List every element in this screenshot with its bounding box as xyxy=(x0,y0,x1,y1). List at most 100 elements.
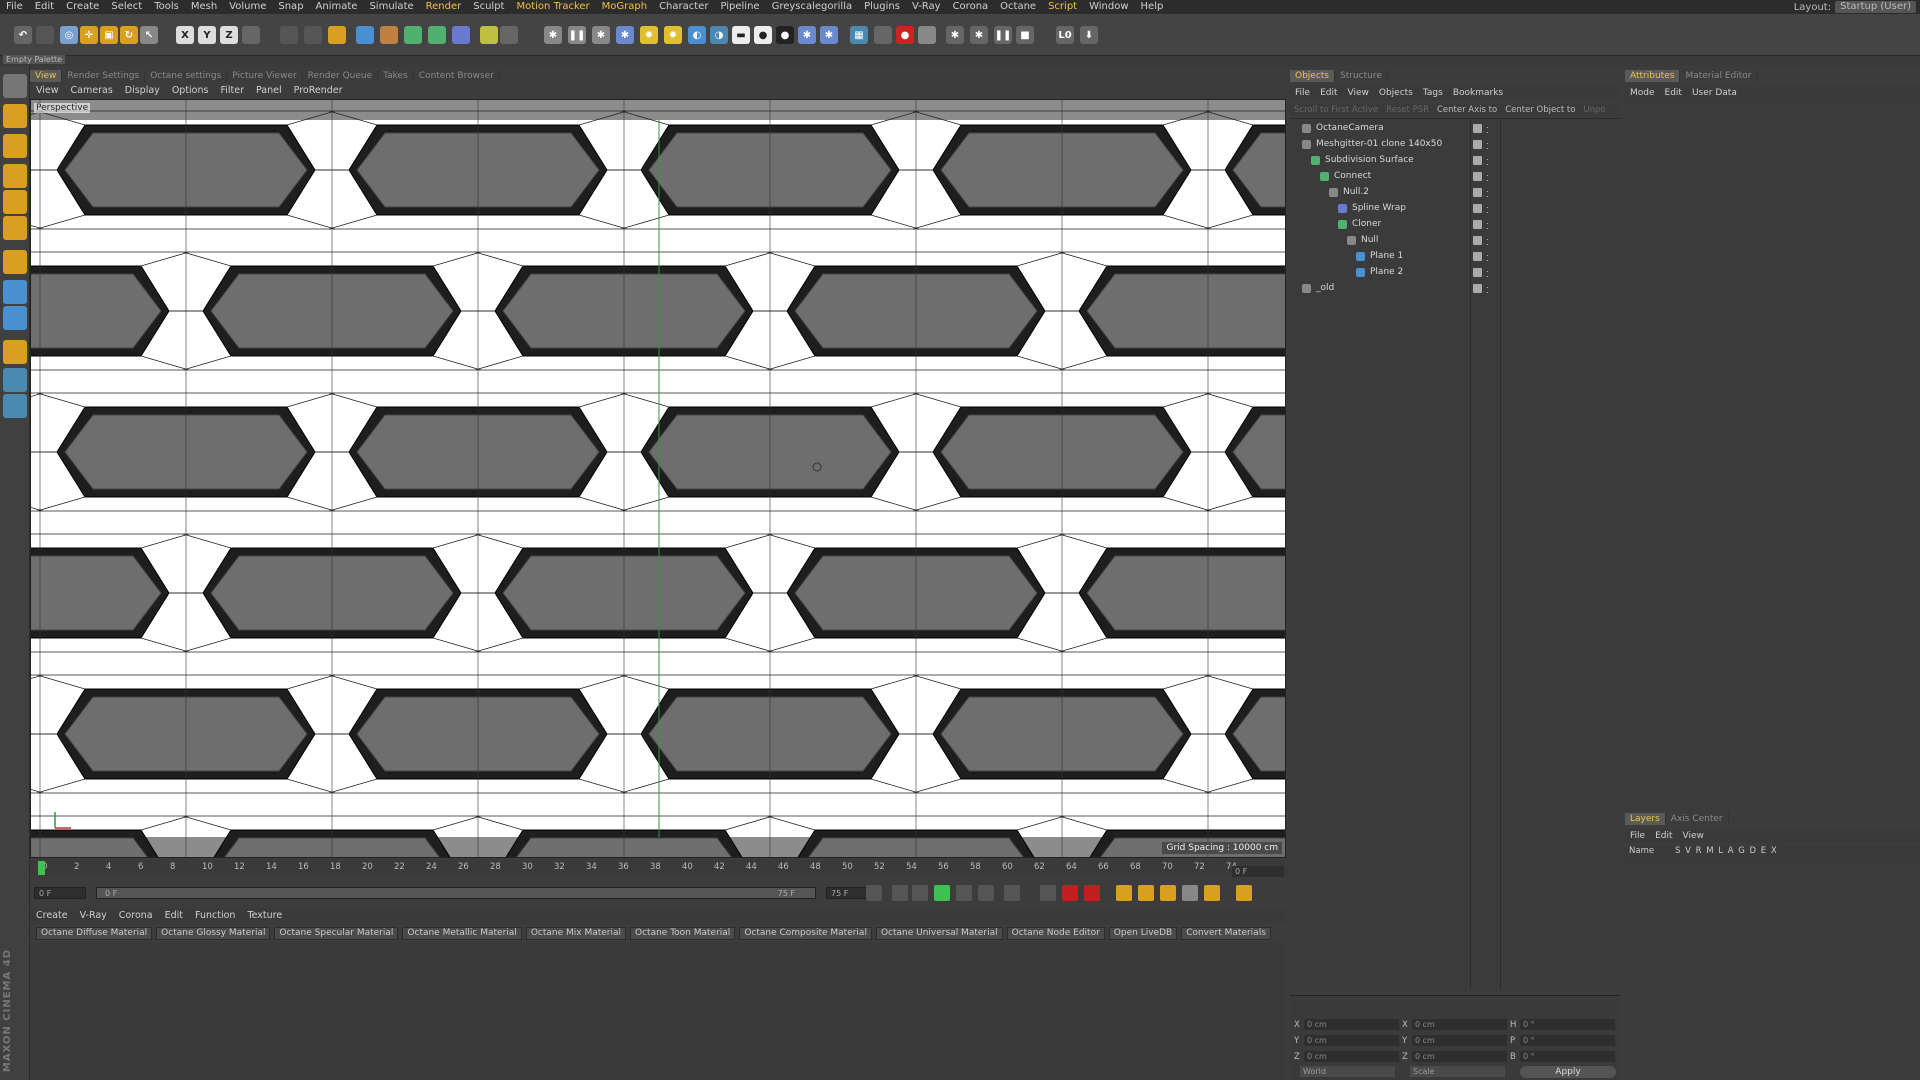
layer-flag-icon[interactable] xyxy=(1473,156,1482,165)
layers-menu-view[interactable]: View xyxy=(1678,829,1709,843)
octane-sphere-icon[interactable]: ● xyxy=(754,26,772,44)
octane-mat-icon[interactable]: ✱ xyxy=(798,26,816,44)
cube-icon[interactable] xyxy=(356,26,374,44)
perspective-viewport[interactable]: Perspective Grid Spacing : 10000 cm xyxy=(30,99,1286,858)
frame-range-slider[interactable]: 0 F 75 F xyxy=(96,887,816,899)
material-menu-create[interactable]: Create xyxy=(30,909,74,923)
octane-sun-icon[interactable]: ✹ xyxy=(640,26,658,44)
octane-env-icon[interactable]: ◑ xyxy=(710,26,728,44)
pos-y-field[interactable]: 0 cm xyxy=(1304,1035,1399,1046)
octane-area-light-icon[interactable]: ▬ xyxy=(732,26,750,44)
tab-material-editor[interactable]: Material Editor xyxy=(1680,70,1758,82)
pla-key-icon[interactable] xyxy=(1204,885,1220,901)
axis-mode-icon[interactable] xyxy=(3,250,27,274)
octane-black-icon[interactable]: ● xyxy=(776,26,794,44)
octane-sky-icon[interactable]: ✹ xyxy=(664,26,682,44)
tab-octane-settings[interactable]: Octane settings xyxy=(145,70,228,82)
render-region-icon[interactable] xyxy=(280,26,298,44)
brush-icon[interactable] xyxy=(3,280,27,304)
timeline-icon[interactable] xyxy=(1236,885,1252,901)
layer-flag-icon[interactable] xyxy=(1473,188,1482,197)
obj-tool-center-axis-to[interactable]: Center Axis to xyxy=(1433,105,1501,115)
snap-icon[interactable] xyxy=(3,306,27,330)
tab-structure[interactable]: Structure xyxy=(1335,70,1388,82)
mat-btn-octane-composite-material[interactable]: Octane Composite Material xyxy=(739,927,872,940)
obj-tool-unpo[interactable]: Unpo xyxy=(1579,105,1609,115)
mat-btn-convert-materials[interactable]: Convert Materials xyxy=(1181,927,1271,940)
menu-select[interactable]: Select xyxy=(105,0,148,14)
download-icon[interactable]: ⬇ xyxy=(1080,26,1098,44)
mat-btn-octane-mix-material[interactable]: Octane Mix Material xyxy=(525,927,627,940)
render-gear2-icon[interactable]: ✱ xyxy=(970,26,988,44)
material-menu-v-ray[interactable]: V-Ray xyxy=(74,909,113,923)
playhead[interactable] xyxy=(38,861,45,875)
objects-menu-edit[interactable]: Edit xyxy=(1315,86,1342,100)
z-axis-icon[interactable]: Z xyxy=(220,26,238,44)
menu-v-ray[interactable]: V-Ray xyxy=(906,0,947,14)
menu-tools[interactable]: Tools xyxy=(148,0,185,14)
visibility-dots-icon[interactable]: ⁚ xyxy=(1486,171,1489,186)
object-row-connect[interactable]: Connect ⁚ xyxy=(1290,169,1620,184)
render-view-icon[interactable] xyxy=(304,26,322,44)
menu-file[interactable]: File xyxy=(0,0,29,14)
size-x-field[interactable]: 0 cm xyxy=(1412,1019,1507,1030)
visibility-dots-icon[interactable]: ⁚ xyxy=(1486,267,1489,282)
mat-btn-octane-toon-material[interactable]: Octane Toon Material xyxy=(630,927,736,940)
timeline-ruler[interactable]: 0246810121416182022242628303234363840424… xyxy=(30,860,1286,876)
attributes-menu-mode[interactable]: Mode xyxy=(1625,86,1660,100)
visibility-dots-icon[interactable]: ⁚ xyxy=(1486,283,1489,298)
mat-btn-octane-metallic-material[interactable]: Octane Metallic Material xyxy=(402,927,522,940)
object-row-spline-wrap[interactable]: Spline Wrap ⁚ xyxy=(1290,201,1620,216)
workplane-icon[interactable] xyxy=(3,134,27,158)
layers-menu-edit[interactable]: Edit xyxy=(1650,829,1677,843)
lock-icon[interactable]: L0 xyxy=(1056,26,1074,44)
layout-value[interactable]: Startup (User) xyxy=(1835,1,1916,13)
mat-btn-octane-diffuse-material[interactable]: Octane Diffuse Material xyxy=(36,927,153,940)
scene-icon[interactable] xyxy=(480,26,498,44)
pos-z-field[interactable]: 0 cm xyxy=(1304,1051,1399,1062)
material-menu-function[interactable]: Function xyxy=(189,909,241,923)
current-frame-field[interactable]: 0 F xyxy=(1232,866,1284,877)
record-key-icon[interactable] xyxy=(1040,885,1056,901)
mat-btn-octane-specular-material[interactable]: Octane Specular Material xyxy=(274,927,399,940)
coord-system-icon[interactable] xyxy=(242,26,260,44)
object-row-plane-1[interactable]: Plane 1 ⁚ xyxy=(1290,249,1620,264)
tab-takes[interactable]: Takes xyxy=(378,70,414,82)
grid-icon[interactable] xyxy=(3,368,27,392)
points-mode-icon[interactable] xyxy=(3,164,27,188)
deformer-icon[interactable] xyxy=(452,26,470,44)
visibility-dots-icon[interactable]: ⁚ xyxy=(1486,203,1489,218)
tab-render-settings[interactable]: Render Settings xyxy=(62,70,146,82)
menu-help[interactable]: Help xyxy=(1135,0,1170,14)
layer-flag-icon[interactable] xyxy=(1473,268,1482,277)
menu-snap[interactable]: Snap xyxy=(272,0,309,14)
object-row-meshgitter-01-clone-140x50[interactable]: Meshgitter-01 clone 140x50 ⁚ xyxy=(1290,137,1620,152)
camera-label[interactable]: Perspective xyxy=(34,103,91,113)
layer-flag-icon[interactable] xyxy=(1473,284,1482,293)
undo-icon[interactable]: ↶ xyxy=(14,26,32,44)
coord-mode-select[interactable]: World xyxy=(1300,1066,1395,1077)
size-z-field[interactable]: 0 cm xyxy=(1412,1051,1507,1062)
visibility-dots-icon[interactable]: ⁚ xyxy=(1486,219,1489,234)
viewport-menu-panel[interactable]: Panel xyxy=(250,84,288,98)
subdivision-tool-icon[interactable] xyxy=(404,26,422,44)
layer-flag-icon[interactable] xyxy=(1473,124,1482,133)
octane-live-icon[interactable]: ✱ xyxy=(616,26,634,44)
objects-menu-tags[interactable]: Tags xyxy=(1418,86,1448,100)
y-axis-icon[interactable]: Y xyxy=(198,26,216,44)
octane-settings-icon[interactable]: ✱ xyxy=(544,26,562,44)
redo-icon[interactable] xyxy=(36,26,54,44)
viewport-menu-options[interactable]: Options xyxy=(166,84,215,98)
render-gear-icon[interactable]: ✱ xyxy=(946,26,964,44)
film-icon[interactable] xyxy=(874,26,892,44)
mat-btn-octane-universal-material[interactable]: Octane Universal Material xyxy=(875,927,1003,940)
grid-view-icon[interactable]: ▦ xyxy=(850,26,868,44)
prev-frame-icon[interactable] xyxy=(912,885,928,901)
start-frame-field[interactable]: 0 F xyxy=(34,887,86,899)
layer-flag-icon[interactable] xyxy=(1473,172,1482,181)
rot-h-field[interactable]: 0 ° xyxy=(1520,1019,1615,1030)
object-row-subdivision-surface[interactable]: Subdivision Surface ⁚ xyxy=(1290,153,1620,168)
obj-tool-scroll-to-first-active[interactable]: Scroll to First Active xyxy=(1290,105,1382,115)
menu-edit[interactable]: Edit xyxy=(29,0,60,14)
object-row-null-2[interactable]: Null.2 ⁚ xyxy=(1290,185,1620,200)
